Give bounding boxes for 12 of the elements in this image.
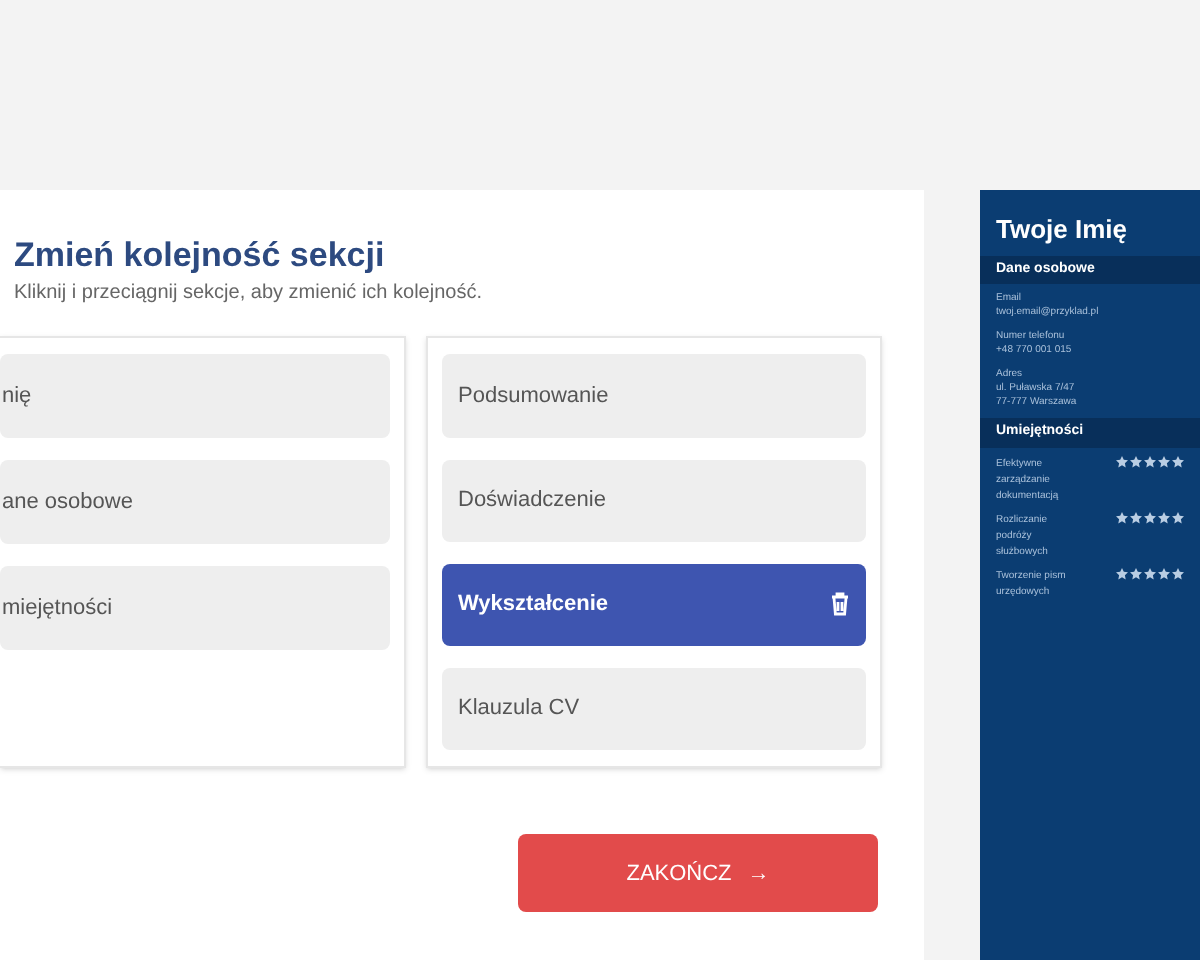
trash-icon[interactable] <box>830 592 850 617</box>
finish-button[interactable]: ZAKOŃCZ → <box>518 834 878 913</box>
section-item[interactable]: Doświadczenie <box>442 459 866 542</box>
cv-name: Twoje Imię <box>994 212 1129 248</box>
section-item[interactable]: Klauzula CV <box>442 668 866 751</box>
section-item[interactable]: miejętności <box>0 566 390 651</box>
section-item[interactable]: Wykształcenie <box>442 563 866 646</box>
section-item[interactable]: ane osobowe <box>0 460 390 545</box>
section-item[interactable]: Podsumowanie <box>442 354 866 437</box>
dialog-subtitle: Kliknij i przeciągnij sekcje, aby zmienić ich kolejność. <box>14 280 484 309</box>
dialog-title: Zmień kolejność sekcji <box>14 234 387 277</box>
section-item[interactable]: nię <box>0 354 390 439</box>
